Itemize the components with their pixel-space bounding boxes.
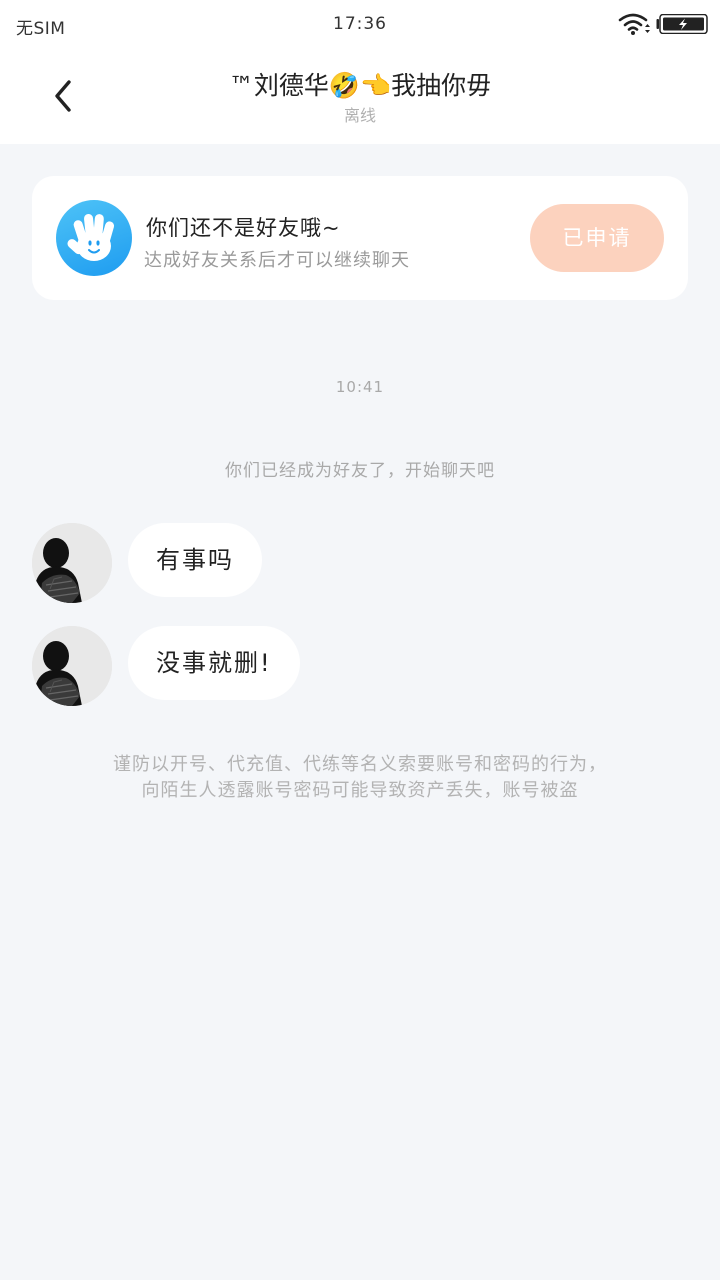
- message-row: 没事就删!: [32, 626, 672, 706]
- wifi-icon: [618, 13, 650, 35]
- message-row: 有事吗: [32, 523, 672, 603]
- message-timestamp: 10:41: [335, 378, 385, 396]
- status-time: 17:36: [333, 14, 387, 34]
- chat-title: ™刘德华🤣👈我抽你毋: [228, 71, 492, 100]
- applied-button[interactable]: 已申请: [530, 204, 664, 272]
- top-area: 无SIM 17:36 ™刘德华🤣👈我抽你毋 离线: [0, 0, 720, 144]
- back-button[interactable]: [38, 68, 86, 124]
- not-friends-title: 你们还不是好友哦~: [146, 216, 341, 240]
- waving-hand-icon: [56, 200, 132, 276]
- system-message: 你们已经成为好友了，开始聊天吧: [225, 461, 495, 481]
- battery-charging-icon: [656, 14, 708, 34]
- chevron-left-icon: [55, 80, 71, 112]
- user-avatar[interactable]: [32, 626, 112, 706]
- user-avatar[interactable]: [32, 523, 112, 603]
- security-warning: 谨防以开号、代充值、代练等名义索要账号和密码的行为， 向陌生人透露账号密码可能导…: [40, 752, 680, 804]
- status-bar: 无SIM 17:36: [0, 0, 720, 48]
- friend-request-card: 你们还不是好友哦~ 达成好友关系后才可以继续聊天 已申请: [32, 176, 688, 300]
- online-status: 离线: [343, 106, 376, 125]
- nav-bar: ™刘德华🤣👈我抽你毋 离线: [0, 48, 720, 144]
- message-bubble[interactable]: 没事就删!: [128, 626, 300, 700]
- security-warning-line: 向陌生人透露账号密码可能导致资产丢失，账号被盗: [141, 780, 579, 801]
- message-bubble[interactable]: 有事吗: [128, 523, 262, 597]
- not-friends-description: 达成好友关系后才可以继续聊天: [144, 250, 410, 271]
- security-warning-line: 谨防以开号、代充值、代练等名义索要账号和密码的行为，: [113, 754, 607, 775]
